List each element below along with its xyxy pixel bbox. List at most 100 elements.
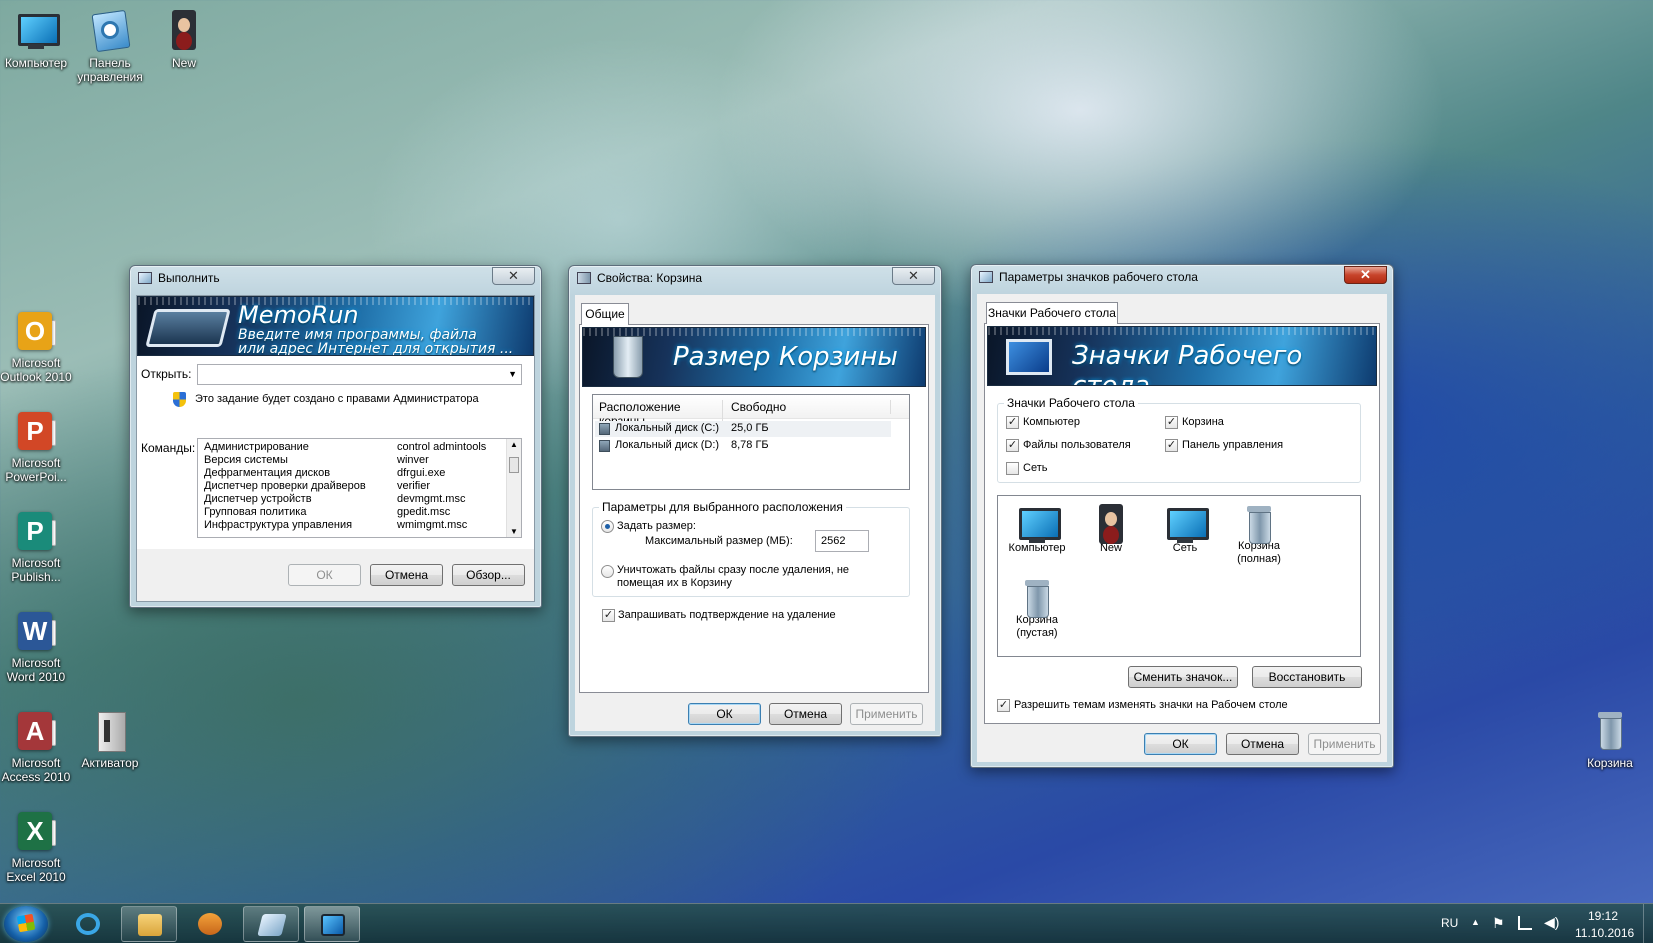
icon-settings-body: Значки Рабочего стола Значки Рабочего ст… — [977, 294, 1387, 762]
desktop-icon-outlook[interactable]: O Microsoft Outlook 2010 — [0, 306, 72, 384]
run-browse-button[interactable]: Обзор... — [452, 564, 525, 586]
list-item[interactable]: Диспетчер проверки драйверов verifier — [204, 480, 504, 493]
taskbar-desktop-settings[interactable] — [304, 906, 360, 942]
drive-name: Локальный диск (C:) — [615, 422, 720, 434]
allow-themes-checkbox[interactable]: ✓ — [997, 699, 1010, 712]
bin-props-close-button[interactable]: ✕ — [892, 267, 935, 285]
network-checkbox-label: Сеть — [1023, 462, 1048, 474]
language-indicator[interactable]: RU — [1441, 916, 1458, 930]
chevron-down-icon[interactable]: ▼ — [508, 369, 517, 379]
table-row[interactable]: Локальный диск (D:) 8,78 ГБ — [595, 438, 891, 454]
commands-list[interactable]: Администрирование control admintools Вер… — [197, 438, 522, 538]
change-icon-button[interactable]: Сменить значок... — [1128, 666, 1238, 688]
restore-button[interactable]: Восстановить — [1252, 666, 1362, 688]
bin-size-banner: Размер Корзины — [582, 327, 926, 387]
destroy-files-radio[interactable] — [601, 565, 614, 578]
icon-settings-cancel-button[interactable]: Отмена — [1226, 733, 1299, 755]
command-name: Групповая политика — [204, 506, 307, 518]
icon-settings-ok-button[interactable]: ОК — [1144, 733, 1217, 755]
memorun-title: MemoRun — [238, 301, 359, 329]
network-icon[interactable] — [1518, 916, 1532, 930]
bin-props-titlebar[interactable]: Свойства: Корзина ✕ — [569, 266, 941, 290]
start-button[interactable] — [4, 906, 48, 942]
recycle-bin-checkbox[interactable]: ✓ — [1165, 416, 1178, 429]
recycle-bin-icon — [577, 272, 591, 284]
command-name: Администрирование — [204, 441, 309, 453]
run-cancel-button[interactable]: Отмена — [370, 564, 443, 586]
destroy-files-label-line1: Уничтожать файлы сразу после удаления, н… — [617, 564, 850, 576]
list-item[interactable]: Инфраструктура управления wmimgmt.msc — [204, 519, 504, 532]
drives-list[interactable]: Расположение корзины Свободно Локальный … — [592, 394, 910, 490]
list-item[interactable]: New — [1078, 500, 1144, 554]
desktop-settings-icon — [979, 271, 993, 283]
desktop-icon-powerpoint[interactable]: P Microsoft PowerPoi... — [0, 406, 72, 484]
scroll-down-icon[interactable]: ▼ — [510, 527, 518, 536]
list-item[interactable]: Диспетчер устройств devmgmt.msc — [204, 493, 504, 506]
computer-checkbox-label: Компьютер — [1023, 416, 1080, 428]
run-dialog-titlebar[interactable]: Выполнить ✕ — [130, 266, 541, 290]
computer-checkbox[interactable]: ✓ — [1006, 416, 1019, 429]
bin-apply-button[interactable]: Применить — [850, 703, 923, 725]
user-files-checkbox[interactable]: ✓ — [1006, 439, 1019, 452]
list-item[interactable]: Компьютер — [1004, 500, 1070, 554]
desktop-icon-control-panel[interactable]: Панель управления — [74, 6, 146, 84]
tab-desktop-icons[interactable]: Значки Рабочего стола — [986, 302, 1118, 324]
list-item[interactable]: Дефрагментация дисков dfrgui.exe — [204, 467, 504, 480]
set-size-radio[interactable] — [601, 520, 614, 533]
bin-cancel-button[interactable]: Отмена — [769, 703, 842, 725]
clock-time[interactable]: 19:12 — [1588, 909, 1618, 923]
desktop-icon-excel[interactable]: X Microsoft Excel 2010 — [0, 806, 72, 884]
table-row[interactable]: Локальный диск (C:) 25,0 ГБ — [595, 421, 891, 437]
desktop-icon-label: Microsoft Word 2010 — [6, 656, 66, 684]
list-item[interactable]: Сеть — [1152, 500, 1218, 554]
taskbar-media-player[interactable] — [182, 906, 238, 942]
taskbar-internet-explorer[interactable] — [60, 906, 116, 942]
desktop-icon-recycle-bin[interactable]: Корзина — [1574, 706, 1646, 770]
list-item[interactable]: Администрирование control admintools — [204, 441, 504, 454]
clock-date[interactable]: 11.10.2016 — [1575, 926, 1634, 940]
bin-props-body: Общие Размер Корзины Расположение корзин… — [575, 295, 935, 731]
icon-settings-titlebar[interactable]: Параметры значков рабочего стола ✕ — [971, 265, 1393, 289]
desktop-icon-publisher[interactable]: P Microsoft Publish... — [0, 506, 72, 584]
tab-page: Значки Рабочего стола Значки Рабочего ст… — [984, 323, 1380, 724]
icon-preview-list[interactable]: Компьютер New Сеть Корзина (полная) Корз… — [997, 495, 1361, 657]
scroll-up-icon[interactable]: ▲ — [510, 440, 518, 449]
action-center-flag-icon[interactable]: ⚑ — [1492, 915, 1505, 932]
desktop-icon-word[interactable]: W Microsoft Word 2010 — [0, 606, 72, 684]
column-header-free[interactable]: Свободно — [731, 400, 891, 414]
list-item[interactable]: Корзина (пустая) — [1004, 574, 1070, 640]
desktop-icon-activator[interactable]: Активатор — [74, 706, 146, 770]
max-size-input[interactable]: 2562 — [815, 530, 869, 552]
list-item[interactable]: Версия системы winver — [204, 454, 504, 467]
desktop-icon-access[interactable]: A Microsoft Access 2010 — [0, 706, 72, 784]
icon-settings-apply-button[interactable]: Применить — [1308, 733, 1381, 755]
icon-settings-close-button[interactable]: ✕ — [1344, 266, 1387, 284]
set-size-label: Задать размер: — [617, 520, 696, 532]
run-close-button[interactable]: ✕ — [492, 267, 535, 285]
run-ok-button[interactable]: ОК — [288, 564, 361, 586]
outlook-icon: O — [12, 306, 60, 354]
confirm-delete-checkbox[interactable]: ✓ — [602, 609, 615, 622]
desktop-icon-label: Microsoft PowerPoi... — [5, 456, 67, 484]
volume-icon[interactable]: ◀) — [1544, 914, 1559, 931]
list-item[interactable]: Групповая политика gpedit.msc — [204, 506, 504, 519]
scroll-thumb[interactable] — [509, 457, 519, 473]
desktop-icons-group-title: Значки Рабочего стола — [1004, 396, 1138, 410]
computer-icon — [12, 6, 60, 54]
tab-general[interactable]: Общие — [581, 303, 629, 325]
desktop-icon-settings-dialog: Параметры значков рабочего стола ✕ Значк… — [970, 264, 1394, 768]
desktop-icon-computer[interactable]: Компьютер — [0, 6, 72, 70]
drive-free: 25,0 ГБ — [731, 422, 769, 434]
taskbar-memorun[interactable] — [243, 906, 299, 942]
desktop-icon-new[interactable]: New — [148, 6, 220, 70]
show-desktop-button[interactable] — [1643, 904, 1653, 943]
excel-icon: X — [12, 806, 60, 854]
taskbar-explorer[interactable] — [121, 906, 177, 942]
open-combobox[interactable]: ▼ — [197, 364, 522, 385]
bin-ok-button[interactable]: ОК — [688, 703, 761, 725]
list-item[interactable]: Корзина (полная) — [1226, 500, 1292, 566]
control-panel-checkbox[interactable]: ✓ — [1165, 439, 1178, 452]
commands-scrollbar[interactable]: ▲ ▼ — [506, 439, 521, 537]
network-checkbox[interactable] — [1006, 462, 1019, 475]
show-hidden-icons-icon[interactable]: ▲ — [1471, 917, 1480, 927]
